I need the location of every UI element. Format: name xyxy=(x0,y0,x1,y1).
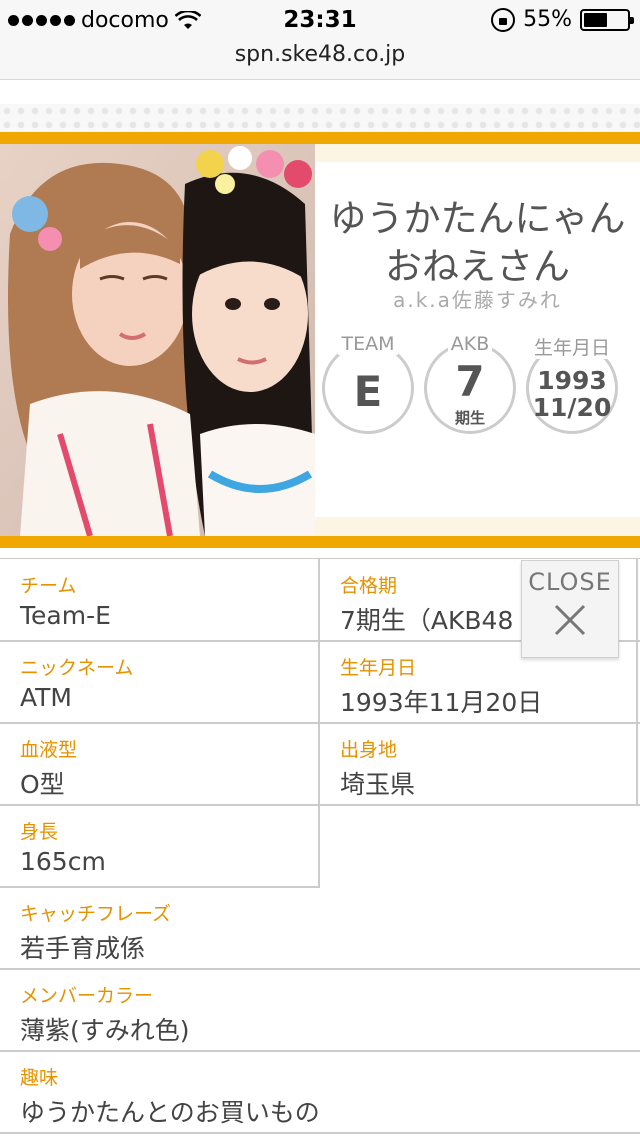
team-badge-value: E xyxy=(353,367,383,416)
hero-bottom-bar xyxy=(0,536,640,548)
status-right: 55% xyxy=(491,7,634,32)
grid-divider xyxy=(0,886,320,888)
team-badge-label: TEAM xyxy=(338,333,398,355)
status-bar: docomo 23:31 55% xyxy=(0,0,640,40)
height-value: 165cm xyxy=(20,847,106,876)
battery-percent: 55% xyxy=(523,7,572,32)
profile-aka: a.k.a佐藤すみれ xyxy=(393,288,562,312)
generation-value: 7期生（AKB48 xyxy=(340,606,514,635)
grid-divider xyxy=(0,1050,640,1052)
member-color-value: 薄紫(すみれ色) xyxy=(20,1016,190,1045)
url-text[interactable]: spn.ske48.co.jp xyxy=(235,42,406,67)
battery-icon xyxy=(580,8,634,31)
nickname-line-1: ゆうかたんにゃん xyxy=(329,197,626,240)
catchphrase-value: 若手育成係 xyxy=(20,934,146,963)
member-color-label: メンバーカラー xyxy=(20,985,154,1007)
grid-divider xyxy=(0,968,640,970)
team-badge: TEAM E xyxy=(322,333,414,434)
hobby-label: 趣味 xyxy=(20,1067,59,1089)
grid-divider xyxy=(0,804,640,806)
birthday-label: 生年月日 xyxy=(340,657,417,679)
close-icon xyxy=(554,604,586,636)
catchphrase-label: キャッチフレーズ xyxy=(20,903,172,925)
akb-badge-label: AKB xyxy=(447,333,493,355)
battery-fill xyxy=(584,12,608,27)
birthday-value: 1993年11月20日 xyxy=(340,688,543,717)
akb-badge: AKB 7 期生 xyxy=(424,333,516,434)
birthplace-label: 出身地 xyxy=(340,739,398,761)
blood-type-value: O型 xyxy=(20,770,65,799)
birth-badge: 生年月日 1993 11/20 xyxy=(526,337,618,434)
akb-badge-value: 7 xyxy=(455,357,485,406)
address-bar[interactable]: spn.ske48.co.jp xyxy=(0,40,640,80)
grid-divider xyxy=(0,1132,640,1134)
grid-divider xyxy=(0,558,640,559)
blood-type-label: 血液型 xyxy=(20,739,78,761)
hobby-value: ゆうかたんとのお買いもの xyxy=(20,1098,320,1127)
team-value: Team-E xyxy=(20,601,111,630)
birth-badge-label: 生年月日 xyxy=(530,337,613,359)
close-button-label: CLOSE xyxy=(528,568,612,596)
birth-badge-md: 11/20 xyxy=(532,393,612,422)
dotted-header-strip xyxy=(0,104,640,132)
birthplace-value: 埼玉県 xyxy=(340,770,416,799)
grid-divider-vertical xyxy=(636,558,638,806)
team-label: チーム xyxy=(20,575,77,597)
birth-badge-date: 1993 11/20 xyxy=(529,367,615,421)
member-photo xyxy=(0,144,315,536)
birth-badge-year: 1993 xyxy=(537,366,607,395)
hero-top-bar xyxy=(0,132,640,144)
rotation-lock-icon xyxy=(491,7,516,32)
generation-label: 合格期 xyxy=(340,575,398,597)
height-label: 身長 xyxy=(20,821,59,843)
page-spacer xyxy=(0,81,640,104)
profile-nickname: ゆうかたんにゃん おねえさん xyxy=(315,195,640,291)
grid-divider xyxy=(0,722,640,724)
close-button[interactable]: CLOSE xyxy=(521,560,619,658)
nickname-value: ATM xyxy=(20,683,73,712)
akb-badge-sub: 期生 xyxy=(454,409,485,427)
nickname-label: ニックネーム xyxy=(20,657,134,679)
grid-divider-vertical xyxy=(318,558,320,888)
